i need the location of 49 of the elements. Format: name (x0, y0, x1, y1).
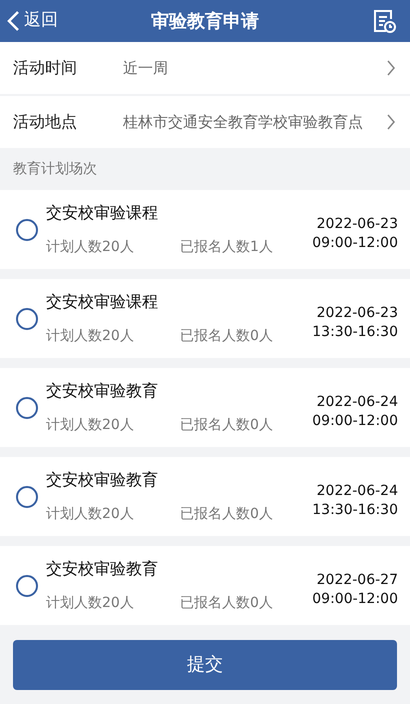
filter-row[interactable]: 活动地点 桂林市交通安全教育学校审验教育点 (0, 96, 410, 148)
session-time: 09:00-12:00 (312, 590, 398, 608)
radio-button[interactable] (16, 308, 38, 330)
submit-button[interactable]: 提交 (13, 640, 397, 690)
planned-count: 计划人数20人 (46, 238, 135, 257)
radio-button[interactable] (16, 396, 38, 418)
radio-button[interactable] (16, 218, 38, 240)
session-name: 交安校审验教育 (46, 558, 159, 580)
document-clock-icon[interactable] (372, 8, 396, 34)
session-card[interactable]: 交安校审验课程 计划人数20人 已报名人数0人 2022-06-23 13:30-16:30 (0, 279, 410, 358)
enrolled-count: 已报名人数0人 (180, 327, 273, 346)
session-time: 13:30-16:30 (312, 500, 398, 520)
session-date: 2022-06-24 (316, 392, 398, 412)
session-card[interactable]: 交安校审验教育 计划人数20人 已报名人数0人 2022-06-27 09:00-12:00 (0, 546, 410, 625)
chevron-left-icon (6, 10, 20, 32)
session-name: 交安校审验教育 (46, 380, 159, 402)
session-name: 交安校审验课程 (46, 291, 159, 313)
planned-count: 计划人数20人 (46, 416, 135, 435)
filter-value: 近一周 (123, 59, 169, 77)
chevron-right-icon (386, 60, 396, 76)
session-name: 交安校审验教育 (46, 469, 159, 491)
filter-label: 活动时间 (13, 57, 78, 79)
session-date: 2022-06-24 (316, 482, 398, 500)
filter-label: 活动地点 (13, 111, 78, 133)
session-date: 2022-06-23 (316, 214, 398, 234)
session-card[interactable]: 交安校审验课程 计划人数20人 已报名人数1人 2022-06-23 09:00-12:00 (0, 190, 410, 269)
planned-count: 计划人数20人 (46, 594, 135, 613)
enrolled-count: 已报名人数1人 (180, 238, 273, 257)
session-time: 09:00-12:00 (312, 234, 398, 252)
section-title: 教育计划场次 (13, 160, 97, 178)
session-time: 09:00-12:00 (312, 412, 398, 430)
back-button[interactable]: 返回 (6, 8, 116, 34)
session-name: 交安校审验课程 (46, 202, 159, 224)
enrolled-count: 已报名人数0人 (180, 505, 273, 524)
session-date: 2022-06-27 (316, 570, 398, 590)
filter-row[interactable]: 活动时间 近一周 (0, 42, 410, 94)
planned-count: 计划人数20人 (46, 327, 135, 346)
chevron-right-icon (386, 114, 396, 130)
session-card[interactable]: 交安校审验教育 计划人数20人 已报名人数0人 2022-06-24 13:30-16:30 (0, 457, 410, 536)
filter-value: 桂林市交通安全教育学校审验教育点 (123, 113, 364, 131)
enrolled-count: 已报名人数0人 (180, 594, 273, 613)
radio-button[interactable] (16, 486, 38, 508)
radio-button[interactable] (16, 574, 38, 596)
enrolled-count: 已报名人数0人 (180, 416, 273, 435)
session-card[interactable]: 交安校审验教育 计划人数20人 已报名人数0人 2022-06-24 09:00-12:00 (0, 368, 410, 447)
session-date: 2022-06-23 (316, 304, 398, 322)
page-title: 审验教育申请 (150, 10, 260, 34)
session-time: 13:30-16:30 (312, 322, 398, 342)
planned-count: 计划人数20人 (46, 505, 135, 524)
